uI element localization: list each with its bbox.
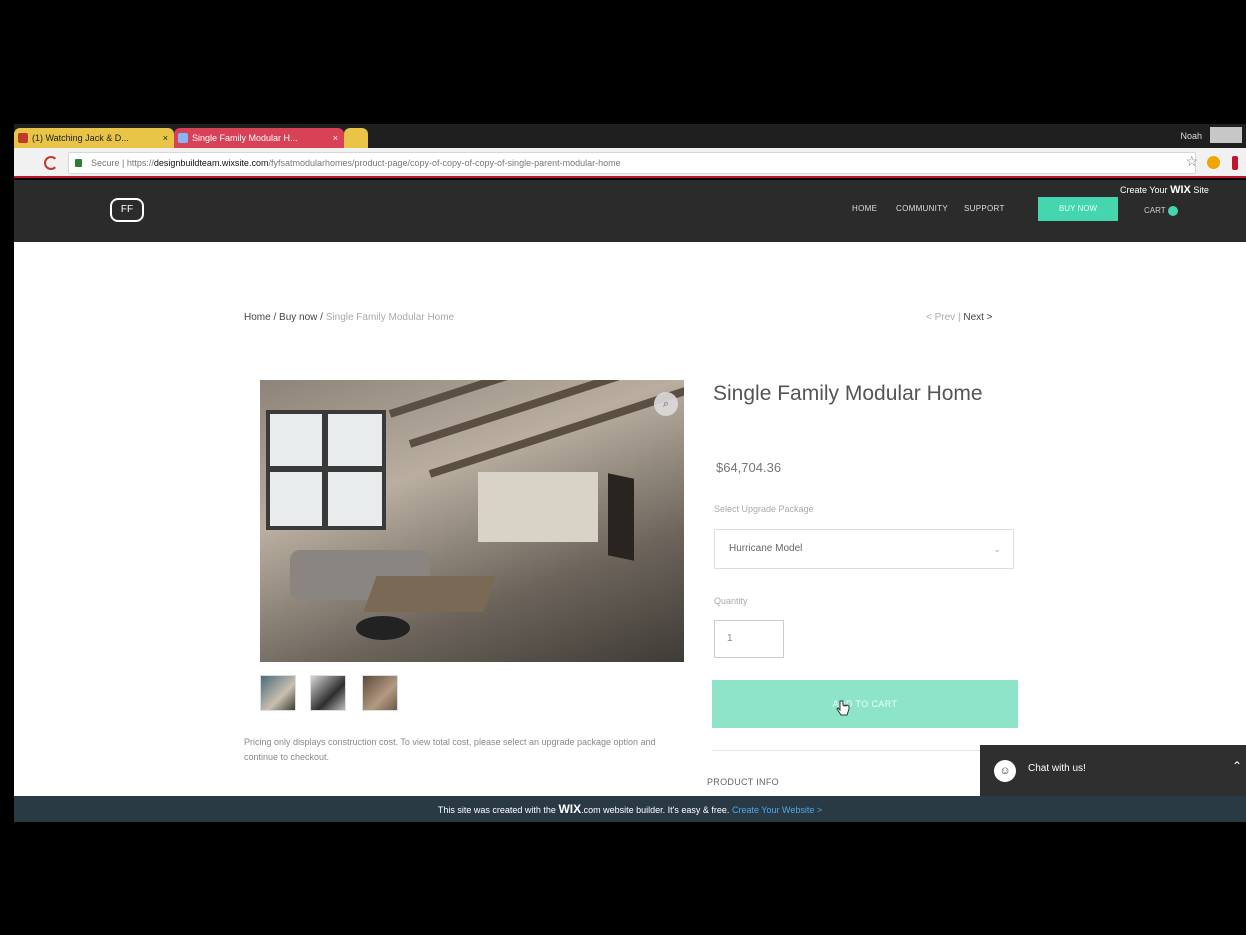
breadcrumb-separator: /: [317, 312, 326, 323]
wix-favicon-icon: [178, 133, 188, 143]
url-host: designbuildteam.wixsite.com: [153, 158, 269, 168]
cart-label: CART: [1144, 206, 1166, 216]
close-icon[interactable]: ×: [163, 128, 168, 148]
nav-home[interactable]: HOME: [852, 204, 877, 213]
browser-tab-1[interactable]: (1) Watching Jack & D... ×: [14, 128, 174, 148]
url-path: /fyfsatmodularhomes/product-page/copy-of…: [268, 158, 621, 168]
url-prefix: https://: [126, 158, 154, 168]
product-title: Single Family Modular Home: [713, 382, 983, 405]
create-website-link[interactable]: Create Your Website >: [732, 805, 822, 815]
product-divider: [712, 750, 1018, 751]
browser-tab-strip: (1) Watching Jack & D... × Single Family…: [14, 124, 1246, 148]
breadcrumb: Home / Buy now / Single Family Modular H…: [244, 312, 454, 323]
new-tab-button[interactable]: [344, 128, 368, 148]
extension-icon[interactable]: [1207, 156, 1220, 169]
next-link[interactable]: Next >: [963, 312, 992, 323]
create-wix-suffix: Site: [1193, 185, 1209, 195]
add-to-cart-button[interactable]: ADD TO CART: [712, 680, 1018, 728]
banner-wix-logo: WIX: [558, 802, 582, 816]
hand-cursor-icon: [836, 700, 850, 716]
product-pager: < Prev | Next >: [926, 312, 993, 323]
product-main-image[interactable]: ⌕: [260, 380, 684, 662]
breadcrumb-current: Single Family Modular Home: [325, 312, 455, 323]
breadcrumb-buy-now[interactable]: Buy now: [279, 312, 317, 323]
lock-icon: [75, 159, 82, 167]
browser-menu-icon[interactable]: [1232, 156, 1238, 170]
pricing-note: Pricing only displays construction cost.…: [244, 737, 656, 762]
browser-tab-2-label: Single Family Modular H...: [192, 133, 298, 143]
image-wall-tv: [608, 473, 634, 561]
wix-promo-banner: This site was created with the WIX.com w…: [14, 796, 1246, 822]
site-header: FF HOME COMMUNITY SUPPORT BUY NOW Create…: [14, 180, 1246, 242]
product-page: Home / Buy now / Single Family Modular H…: [14, 242, 1246, 796]
chat-widget[interactable]: ☺ Chat with us! ⌃: [980, 745, 1246, 796]
product-info-heading[interactable]: PRODUCT INFO: [707, 777, 779, 787]
upgrade-package-value: Hurricane Model: [729, 543, 803, 554]
breadcrumb-separator: /: [270, 312, 280, 323]
image-window: [266, 410, 386, 530]
prev-link[interactable]: < Prev: [926, 312, 955, 323]
quantity-label: Quantity: [714, 596, 748, 606]
nav-support[interactable]: SUPPORT: [964, 204, 1005, 213]
youtube-icon: [18, 133, 28, 143]
close-icon[interactable]: ×: [333, 128, 338, 148]
banner-prefix: This site was created with the: [437, 805, 556, 815]
nav-community[interactable]: COMMUNITY: [896, 204, 948, 213]
cart-button[interactable]: CART: [1144, 206, 1178, 216]
bookmark-star-icon[interactable]: ☆: [1185, 153, 1198, 170]
zoom-icon[interactable]: ⌕: [654, 392, 678, 416]
cart-count-badge: [1167, 206, 1178, 216]
upgrade-package-label: Select Upgrade Package: [714, 504, 814, 514]
image-coffee-table: [363, 576, 497, 612]
chevron-down-icon: ⌄: [993, 544, 1001, 554]
thumbnail-3[interactable]: [362, 675, 398, 711]
video-letterbox-top: [0, 0, 1246, 124]
thumbnail-2[interactable]: [310, 675, 346, 711]
site-logo[interactable]: FF: [110, 198, 144, 222]
window-minimize-button[interactable]: [1210, 127, 1242, 143]
browser-toolbar: Secure | https://designbuildteam.wixsite…: [14, 148, 1246, 178]
secure-label: Secure: [91, 158, 120, 168]
banner-middle: .com website builder. It's easy & free.: [581, 805, 730, 815]
nav-buy-now-button[interactable]: BUY NOW: [1038, 197, 1118, 221]
thumbnail-1[interactable]: [260, 675, 296, 711]
create-wix-site-link[interactable]: Create Your WIX Site: [1120, 180, 1246, 200]
browser-profile-name[interactable]: Noah: [1180, 128, 1202, 144]
quantity-input[interactable]: 1: [714, 620, 784, 658]
create-wix-prefix: Create Your: [1120, 185, 1168, 195]
image-rug: [356, 616, 410, 640]
chat-label: Chat with us!: [1028, 763, 1086, 774]
chevron-up-icon[interactable]: ⌃: [1232, 759, 1242, 773]
image-kitchen-area: [478, 472, 598, 542]
browser-tab-1-label: (1) Watching Jack & D...: [32, 133, 129, 143]
chat-icon: ☺: [994, 760, 1016, 782]
product-price: $64,704.36: [716, 460, 782, 475]
breadcrumb-home[interactable]: Home: [244, 312, 271, 323]
address-bar[interactable]: Secure | https://designbuildteam.wixsite…: [68, 152, 1196, 174]
wix-logo-text: WIX: [1170, 184, 1191, 196]
browser-tab-2[interactable]: Single Family Modular H... ×: [174, 128, 344, 148]
upgrade-package-select[interactable]: Hurricane Model ⌄: [714, 529, 1014, 569]
reload-icon[interactable]: [44, 156, 58, 170]
video-letterbox-bottom: [0, 822, 1246, 935]
